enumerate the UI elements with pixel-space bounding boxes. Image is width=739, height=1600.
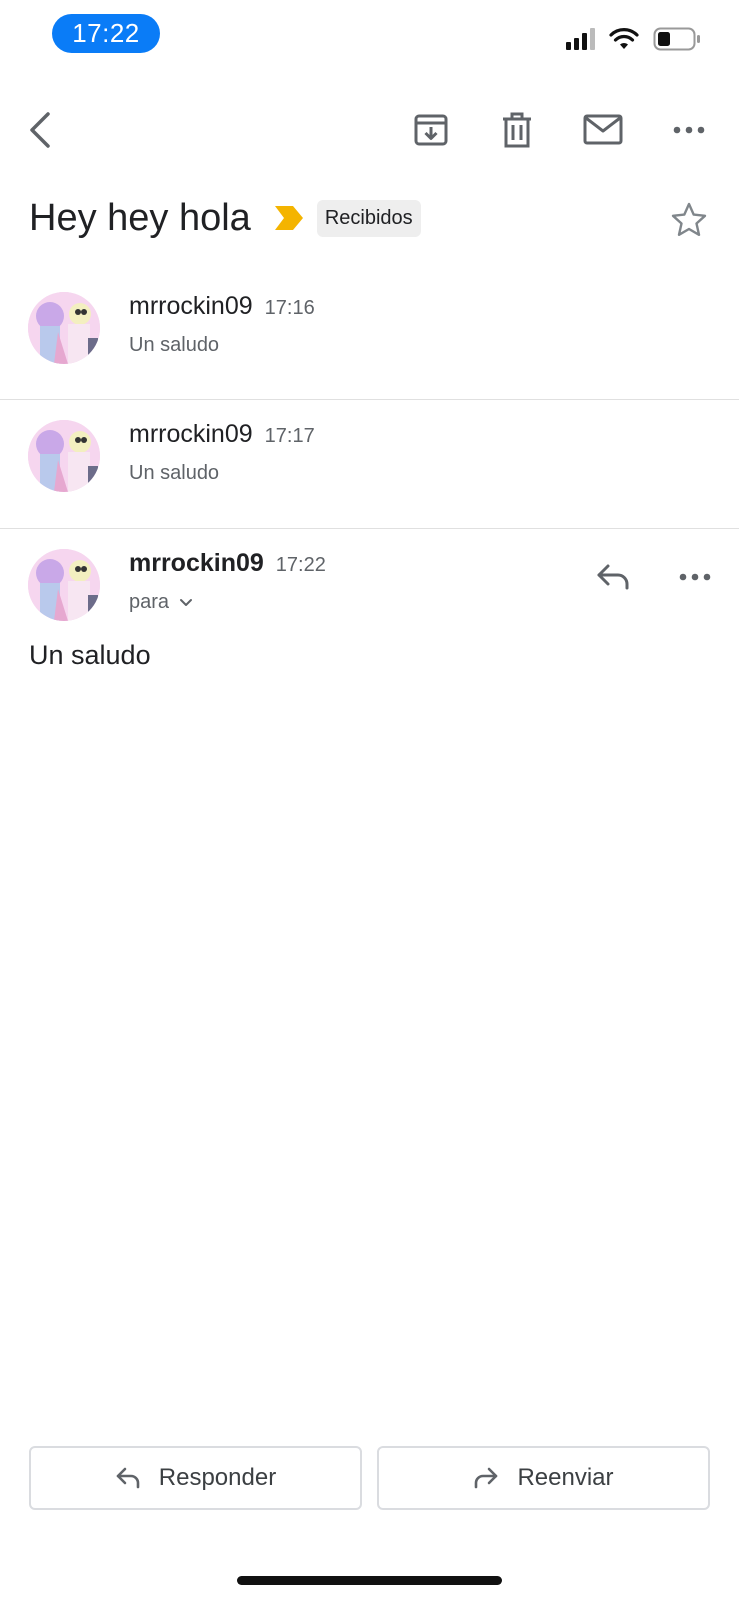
email-thread-screen: 17:22 Hey hey hola Recibidos mrrockin09 … (0, 0, 739, 1600)
mail-icon (583, 114, 623, 145)
chevron-left-icon (30, 112, 50, 148)
mark-unread-button[interactable] (573, 100, 633, 160)
divider (0, 528, 739, 529)
top-toolbar (0, 100, 739, 160)
avatar (28, 292, 100, 364)
status-icons (566, 24, 701, 54)
sender-name: mrrockin09 17:17 (129, 420, 315, 448)
forward-label: Reenviar (517, 1464, 614, 1491)
archive-icon (414, 114, 448, 146)
more-options-button[interactable] (659, 100, 719, 160)
message-snippet: Un saludo (129, 462, 220, 484)
message-item[interactable]: mrrockin09 17:17 Un saludo (0, 420, 739, 500)
archive-button[interactable] (401, 100, 461, 160)
status-time: 17:22 (52, 14, 160, 53)
forward-icon (475, 1467, 498, 1489)
sender-name: mrrockin09 17:16 (129, 292, 315, 320)
trash-icon (503, 112, 531, 148)
message-snippet: Un saludo (129, 334, 220, 356)
more-horizontal-icon (673, 126, 705, 134)
star-icon[interactable] (669, 200, 709, 240)
chevron-down-icon (180, 598, 193, 606)
back-button[interactable] (10, 100, 70, 160)
thread-subject: Hey hey hola (29, 196, 251, 239)
message-more-button[interactable] (667, 553, 723, 601)
message-actions (539, 549, 739, 599)
reply-icon (116, 1467, 140, 1489)
message-item-expanded: mrrockin09 17:22 para (0, 549, 739, 639)
divider (0, 399, 739, 400)
importance-marker-icon[interactable] (273, 204, 305, 232)
avatar[interactable] (28, 549, 100, 621)
message-time: 17:17 (264, 425, 315, 447)
reply-icon-button[interactable] (585, 553, 641, 601)
wifi-icon (609, 27, 639, 51)
signal-icon (566, 28, 595, 50)
reply-label: Responder (158, 1464, 277, 1491)
reply-button[interactable]: Responder (29, 1446, 362, 1510)
recipients-label: para (129, 591, 170, 613)
reply-icon (597, 564, 629, 590)
delete-button[interactable] (487, 100, 547, 160)
sender-name: mrrockin09 17:22 (129, 549, 326, 577)
recipients-toggle[interactable]: para (129, 591, 193, 614)
forward-button[interactable]: Reenviar (377, 1446, 710, 1510)
battery-icon (653, 27, 701, 51)
message-item[interactable]: mrrockin09 17:16 Un saludo (0, 292, 739, 372)
message-time: 17:16 (264, 297, 315, 319)
message-body: Un saludo (29, 640, 151, 670)
message-time: 17:22 (275, 554, 326, 576)
subject-row: Hey hey hola Recibidos (29, 188, 709, 248)
more-horizontal-icon (679, 573, 711, 581)
avatar (28, 420, 100, 492)
label-chip[interactable]: Recibidos (316, 199, 421, 237)
home-indicator[interactable] (237, 1576, 502, 1585)
